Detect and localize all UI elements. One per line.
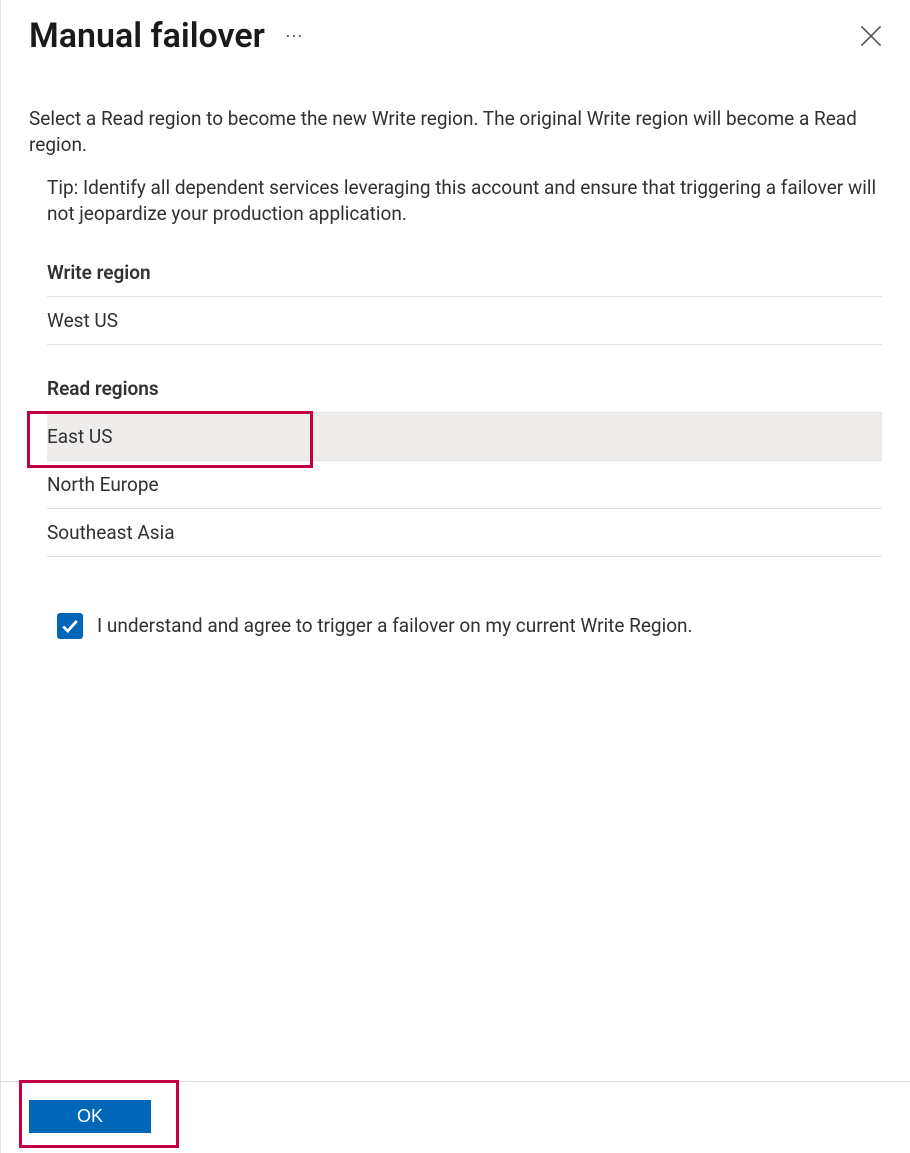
read-region-name: Southeast Asia (47, 521, 175, 544)
write-region-label: Write region (47, 251, 882, 297)
read-region-item[interactable]: Southeast Asia (47, 509, 882, 557)
tip-text: Tip: Identify all dependent services lev… (29, 175, 882, 226)
more-icon[interactable]: ⋯ (285, 26, 304, 47)
ok-button[interactable]: OK (29, 1100, 151, 1133)
close-icon[interactable] (860, 25, 882, 47)
agreement-checkbox[interactable] (57, 613, 83, 639)
panel-header: Manual failover ⋯ (1, 0, 910, 66)
panel-title: Manual failover (29, 16, 265, 56)
agreement-row: I understand and agree to trigger a fail… (47, 613, 882, 639)
read-region-name: North Europe (47, 473, 159, 496)
write-region-value: West US (47, 297, 882, 345)
read-region-item[interactable]: North Europe (47, 461, 882, 509)
instruction-text: Select a Read region to become the new W… (29, 106, 882, 157)
failover-panel: Manual failover ⋯ Select a Read region t… (1, 0, 910, 1153)
read-region-name: East US (47, 425, 112, 448)
agreement-label: I understand and agree to trigger a fail… (97, 614, 693, 637)
read-region-item[interactable]: East US (47, 413, 882, 461)
read-regions-label: Read regions (47, 367, 882, 413)
check-icon (61, 617, 79, 635)
panel-content: Select a Read region to become the new W… (1, 66, 910, 1081)
panel-footer: OK (1, 1081, 910, 1153)
